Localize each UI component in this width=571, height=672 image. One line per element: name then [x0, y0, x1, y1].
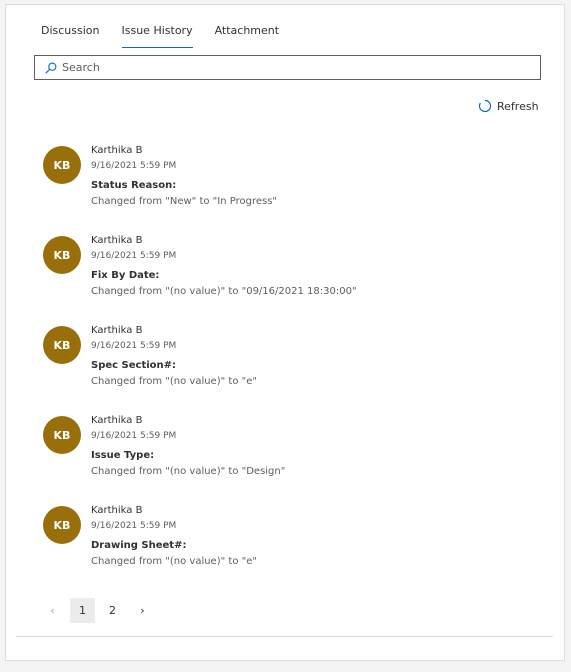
timestamp: 9/16/2021 5:59 PM	[91, 161, 177, 171]
entry-details: Karthika B 9/16/2021 5:59 PM Drawing She…	[91, 504, 257, 569]
field-name: Status Reason:	[91, 180, 177, 191]
field-name: Fix By Date:	[91, 270, 160, 281]
search-input[interactable]	[62, 61, 502, 74]
avatar: KB	[43, 416, 81, 454]
entry-details: Karthika B 9/16/2021 5:59 PM Status Reas…	[91, 144, 277, 209]
entry-details: Karthika B 9/16/2021 5:59 PM Spec Sectio…	[91, 324, 257, 389]
author-name: Karthika B	[91, 325, 143, 336]
tab-bar: Discussion Issue History Attachment	[41, 24, 301, 48]
author-name: Karthika B	[91, 145, 143, 156]
history-entry: KB Karthika B 9/16/2021 5:59 PM Drawing …	[43, 504, 523, 586]
page-2-button[interactable]: 2	[100, 598, 125, 623]
prev-page-button[interactable]: ‹	[40, 598, 65, 623]
avatar: KB	[43, 236, 81, 274]
history-entry: KB Karthika B 9/16/2021 5:59 PM Status R…	[43, 144, 523, 226]
history-entry: KB Karthika B 9/16/2021 5:59 PM Fix By D…	[43, 234, 523, 316]
history-entry: KB Karthika B 9/16/2021 5:59 PM Spec Sec…	[43, 324, 523, 406]
entry-details: Karthika B 9/16/2021 5:59 PM Issue Type:…	[91, 414, 285, 479]
field-name: Spec Section#:	[91, 360, 177, 371]
refresh-icon	[478, 99, 492, 113]
refresh-button[interactable]: Refresh	[478, 99, 539, 113]
change-description: Changed from "(no value)" to "09/16/2021…	[91, 286, 357, 297]
tab-issue-history[interactable]: Issue History	[121, 24, 193, 48]
timestamp: 9/16/2021 5:59 PM	[91, 431, 177, 441]
author-name: Karthika B	[91, 235, 143, 246]
issue-history-panel: Discussion Issue History Attachment Refr…	[5, 4, 565, 661]
tab-discussion[interactable]: Discussion	[41, 24, 100, 48]
page-1-button[interactable]: 1	[70, 598, 95, 623]
field-name: Issue Type:	[91, 450, 155, 461]
refresh-label: Refresh	[497, 99, 539, 113]
history-entry: KB Karthika B 9/16/2021 5:59 PM Issue Ty…	[43, 414, 523, 496]
timestamp: 9/16/2021 5:59 PM	[91, 341, 177, 351]
pagination: ‹ 1 2 ›	[40, 598, 160, 623]
field-name: Drawing Sheet#:	[91, 540, 187, 551]
next-page-button[interactable]: ›	[130, 598, 155, 623]
avatar: KB	[43, 326, 81, 364]
avatar: KB	[43, 146, 81, 184]
change-description: Changed from "(no value)" to "e"	[91, 556, 257, 567]
entry-details: Karthika B 9/16/2021 5:59 PM Fix By Date…	[91, 234, 357, 299]
search-box[interactable]	[34, 55, 541, 80]
author-name: Karthika B	[91, 415, 143, 426]
author-name: Karthika B	[91, 505, 143, 516]
change-description: Changed from "(no value)" to "Design"	[91, 466, 286, 477]
change-description: Changed from "(no value)" to "e"	[91, 376, 257, 387]
change-description: Changed from "New" to "In Progress"	[91, 196, 278, 207]
timestamp: 9/16/2021 5:59 PM	[91, 251, 177, 261]
tab-attachment[interactable]: Attachment	[215, 24, 280, 48]
footer-divider	[16, 636, 553, 637]
avatar: KB	[43, 506, 81, 544]
search-icon	[45, 62, 57, 74]
timestamp: 9/16/2021 5:59 PM	[91, 521, 177, 531]
